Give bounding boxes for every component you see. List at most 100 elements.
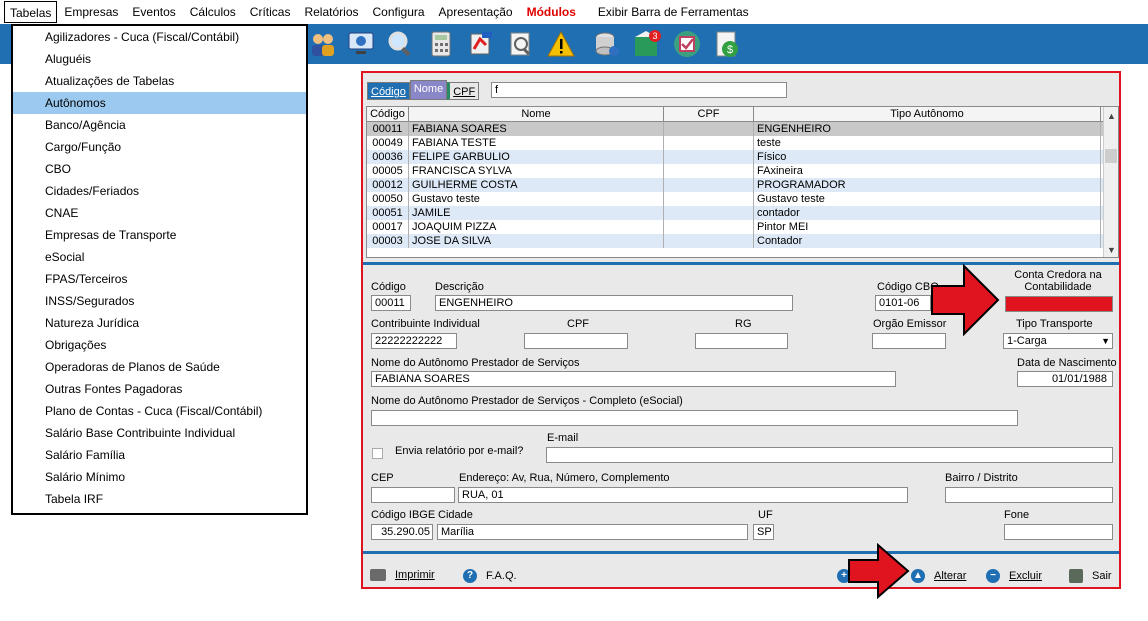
menu-empresas[interactable]: Empresas (57, 0, 125, 24)
faq-button[interactable]: ? F.A.Q. (463, 569, 517, 583)
sair-button[interactable]: Sair (1069, 569, 1112, 583)
dd-banco-agencia[interactable]: Banco/Agência (13, 114, 306, 136)
dd-alugueis[interactable]: Aluguéis (13, 48, 306, 70)
chevron-down-icon[interactable]: ▼ (1101, 334, 1110, 348)
dd-esocial[interactable]: eSocial (13, 246, 306, 268)
alterar-button[interactable]: ▲ Alterar (911, 569, 966, 583)
search-input[interactable]: f (491, 82, 787, 98)
tab-cpf[interactable]: CPF (447, 82, 480, 100)
cell-tipo: Pintor MEI (754, 220, 1101, 234)
dd-cnae[interactable]: CNAE (13, 202, 306, 224)
dd-salario-base[interactable]: Salário Base Contribuinte Individual (13, 422, 306, 444)
zoom-document-icon[interactable] (506, 29, 536, 59)
conta-credora-field[interactable] (1005, 296, 1113, 312)
table-row[interactable]: 00049 FABIANA TESTE teste (367, 136, 1118, 150)
menu-calculos[interactable]: Cálculos (183, 0, 243, 24)
cidade-field[interactable]: Marília (437, 524, 748, 540)
fone-field[interactable] (1004, 524, 1113, 540)
dd-autonomos[interactable]: Autônomos (13, 92, 306, 114)
imprimir-label: Imprimir (395, 569, 435, 581)
conta-credora-label-line1: Conta Credora na (1014, 269, 1102, 281)
email-field[interactable] (546, 447, 1113, 463)
cell-tipo: PROGRAMADOR (754, 178, 1101, 192)
dd-salario-familia[interactable]: Salário Família (13, 444, 306, 466)
dd-agilizadores[interactable]: Agilizadores - Cuca (Fiscal/Contábil) (13, 26, 306, 48)
envia-email-checkbox[interactable] (372, 448, 383, 459)
cell-tipo: Físico (754, 150, 1101, 164)
nome-completo-field[interactable] (371, 410, 1018, 426)
scroll-down-icon[interactable]: ▼ (1104, 243, 1118, 257)
notification-icon[interactable]: 3 (632, 29, 662, 59)
table-row[interactable]: 00050 Gustavo teste Gustavo teste (367, 192, 1118, 206)
dd-fpas-terceiros[interactable]: FPAS/Terceiros (13, 268, 306, 290)
menu-relatorios[interactable]: Relatórios (297, 0, 365, 24)
table-row[interactable]: 00036 FELIPE GARBULIO Físico (367, 150, 1118, 164)
menu-configura[interactable]: Configura (366, 0, 432, 24)
cbo-field[interactable]: 0101-06 (875, 295, 931, 311)
checklist-icon[interactable] (672, 29, 702, 59)
col-nome[interactable]: Nome (409, 107, 664, 121)
table-row[interactable]: 00005 FRANCISCA SYLVA FAxineira (367, 164, 1118, 178)
money-icon[interactable]: $ (712, 29, 742, 59)
table-row[interactable]: 00051 JAMILE contador (367, 206, 1118, 220)
rg-field[interactable] (695, 333, 788, 349)
dd-natureza-juridica[interactable]: Natureza Jurídica (13, 312, 306, 334)
nome-prestador-field[interactable]: FABIANA SOARES (371, 371, 896, 387)
cpf-field[interactable] (524, 333, 628, 349)
codigo-field[interactable]: 00011 (371, 295, 411, 311)
cidade-label: Cidade (438, 509, 473, 521)
dd-empresas-transporte[interactable]: Empresas de Transporte (13, 224, 306, 246)
dd-atualizacoes[interactable]: Atualizações de Tabelas (13, 70, 306, 92)
descricao-field[interactable]: ENGENHEIRO (435, 295, 793, 311)
dd-operadoras-planos[interactable]: Operadoras de Planos de Saúde (13, 356, 306, 378)
cep-field[interactable] (371, 487, 455, 503)
excluir-button[interactable]: − Excluir (986, 569, 1042, 583)
col-codigo[interactable]: Código (367, 107, 409, 121)
warning-icon[interactable] (546, 29, 576, 59)
dd-inss-segurados[interactable]: INSS/Segurados (13, 290, 306, 312)
calculator-icon[interactable] (426, 29, 456, 59)
tab-codigo[interactable]: Código (367, 82, 410, 100)
bairro-label: Bairro / Distrito (945, 472, 1018, 484)
dd-tabela-irf[interactable]: Tabela IRF (13, 488, 306, 510)
dd-outras-fontes[interactable]: Outras Fontes Pagadoras (13, 378, 306, 400)
endereco-field[interactable]: RUA, 01 (458, 487, 908, 503)
table-row[interactable]: 00012 GUILHERME COSTA PROGRAMADOR (367, 178, 1118, 192)
table-row[interactable]: 00011 FABIANA SOARES ENGENHEIRO (367, 122, 1118, 136)
bairro-field[interactable] (945, 487, 1113, 503)
menu-apresentacao[interactable]: Apresentação (432, 0, 520, 24)
dd-obrigacoes[interactable]: Obrigações (13, 334, 306, 356)
col-tipo-autonomo[interactable]: Tipo Autônomo (754, 107, 1101, 121)
sair-label: Sair (1092, 570, 1112, 582)
tab-nome[interactable]: Nome (409, 80, 448, 100)
dd-salario-minimo[interactable]: Salário Mínimo (13, 466, 306, 488)
dd-cidades-feriados[interactable]: Cidades/Feriados (13, 180, 306, 202)
grid-scrollbar[interactable]: ▲ ▼ (1103, 107, 1118, 257)
data-nascimento-label: Data de Nascimento (1017, 357, 1117, 369)
table-row[interactable]: 00003 JOSE DA SILVA Contador (367, 234, 1118, 248)
dd-plano-contas[interactable]: Plano de Contas - Cuca (Fiscal/Contábil) (13, 400, 306, 422)
search-icon[interactable] (386, 29, 416, 59)
report-icon[interactable] (466, 29, 496, 59)
data-nascimento-field[interactable]: 01/01/1988 (1017, 371, 1113, 387)
dd-cargo-funcao[interactable]: Cargo/Função (13, 136, 306, 158)
scroll-up-icon[interactable]: ▲ (1104, 109, 1118, 123)
users-icon[interactable] (308, 29, 338, 59)
contribuinte-field[interactable]: 22222222222 (371, 333, 457, 349)
menu-exibir-barra[interactable]: Exibir Barra de Ferramentas (591, 0, 756, 24)
menu-modulos[interactable]: Módulos (520, 0, 583, 24)
monitor-icon[interactable] (346, 29, 376, 59)
ibge-field[interactable]: 35.290.05 (371, 524, 433, 540)
database-icon[interactable] (592, 29, 622, 59)
dd-cbo[interactable]: CBO (13, 158, 306, 180)
col-cpf[interactable]: CPF (664, 107, 754, 121)
menu-criticas[interactable]: Críticas (243, 0, 298, 24)
imprimir-button[interactable]: Imprimir (370, 569, 435, 581)
uf-field[interactable]: SP (753, 524, 774, 540)
menu-tabelas[interactable]: Tabelas (4, 1, 58, 23)
menu-eventos[interactable]: Eventos (125, 0, 182, 24)
tipo-transporte-label: Tipo Transporte (1016, 318, 1093, 330)
tipo-transporte-select[interactable]: 1-Carga ▼ (1003, 333, 1113, 349)
table-row[interactable]: 00017 JOAQUIM PIZZA Pintor MEI (367, 220, 1118, 234)
scroll-thumb[interactable] (1105, 149, 1117, 163)
